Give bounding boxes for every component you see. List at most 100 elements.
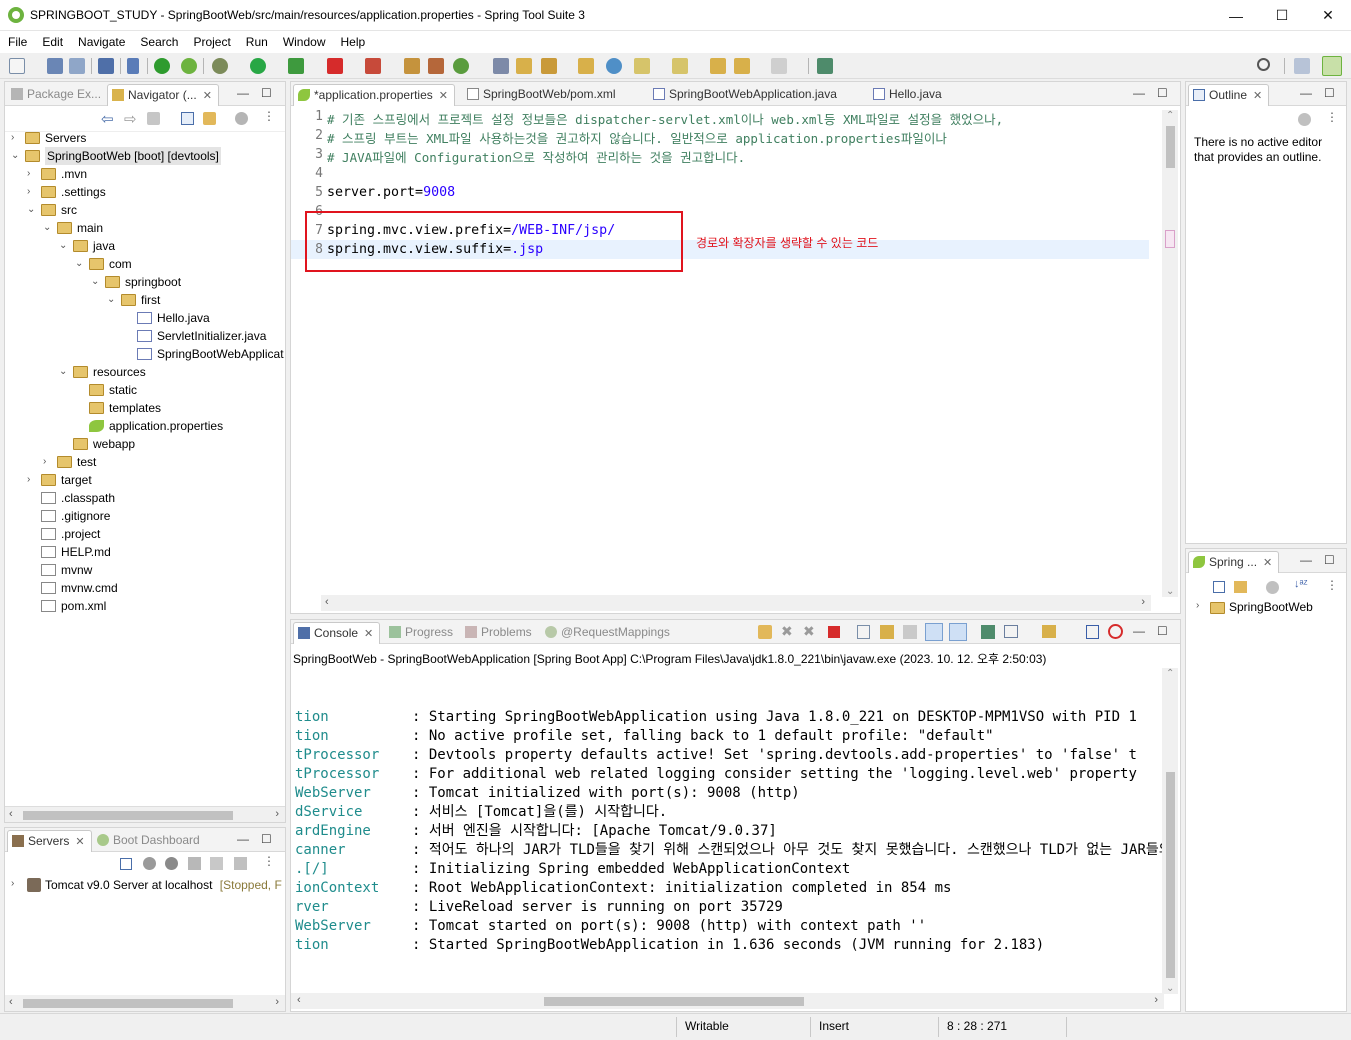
close-icon[interactable]: ✕ xyxy=(1263,557,1272,569)
console-horizontal-scrollbar[interactable]: ‹ › xyxy=(291,993,1164,1009)
skip-breakpoints-icon[interactable] xyxy=(127,58,139,74)
tab-pom-xml[interactable]: SpringBootWeb/pom.xml xyxy=(463,84,622,106)
menu-project[interactable]: Project xyxy=(185,31,237,51)
maximize-icon[interactable]: ☐ xyxy=(261,86,272,100)
stop-icon[interactable] xyxy=(327,58,343,74)
minimize-icon[interactable]: — xyxy=(237,832,249,846)
maximize-button[interactable]: ☐ xyxy=(1259,0,1305,31)
tree-item[interactable]: › Servers xyxy=(5,129,285,147)
server-item[interactable]: Tomcat v9.0 Server at localhost [Stopped… xyxy=(45,878,282,892)
minimize-icon[interactable]: — xyxy=(1133,624,1145,638)
chevron-down-icon[interactable]: ⌄ xyxy=(27,201,37,219)
new-class-icon[interactable] xyxy=(453,58,469,74)
copy-icon[interactable] xyxy=(1086,625,1099,639)
chevron-right-icon[interactable]: › xyxy=(43,453,53,471)
pin-console-icon[interactable] xyxy=(981,625,995,639)
pin-editor-icon[interactable] xyxy=(817,58,833,74)
tab-hello-java[interactable]: Hello.java xyxy=(869,84,948,106)
tree-item[interactable]: webapp xyxy=(5,435,285,453)
debug-icon[interactable] xyxy=(212,58,228,74)
tree-item[interactable]: ⌄ java xyxy=(5,237,285,255)
stop-server-icon[interactable] xyxy=(210,857,223,870)
profile-server-icon[interactable] xyxy=(188,857,201,870)
tree-item[interactable]: pom.xml xyxy=(5,597,285,615)
link-editor-icon[interactable] xyxy=(1234,581,1247,593)
menu-file[interactable]: File xyxy=(0,31,34,51)
terminate-icon[interactable] xyxy=(828,626,840,638)
spring-icon[interactable] xyxy=(181,58,197,74)
editor-horizontal-scrollbar[interactable]: ‹ › xyxy=(321,595,1151,611)
tab-package-explorer[interactable]: Package Ex... xyxy=(7,84,107,106)
external-tools-icon[interactable] xyxy=(365,58,381,74)
word-wrap-icon[interactable] xyxy=(903,625,917,639)
code-editor[interactable]: 1 # 기존 스프링에서 프로젝트 설정 정보들은 dispatcher-serv… xyxy=(291,107,1151,597)
collapse-all-icon[interactable] xyxy=(181,112,194,125)
tree-item[interactable]: HELP.md xyxy=(5,543,285,561)
collapse-all-icon[interactable] xyxy=(1213,581,1225,593)
minimize-icon[interactable]: — xyxy=(237,86,249,100)
tree-item[interactable]: ServletInitializer.java xyxy=(5,327,285,345)
last-edit-icon[interactable] xyxy=(710,58,726,74)
maximize-icon[interactable]: ☐ xyxy=(1157,624,1168,638)
tree-item[interactable]: templates xyxy=(5,399,285,417)
save-all-icon[interactable] xyxy=(69,58,85,74)
start-server-icon[interactable] xyxy=(165,857,178,870)
chevron-right-icon[interactable]: › xyxy=(27,471,37,489)
new-package-icon[interactable] xyxy=(428,58,444,74)
open-task-icon[interactable] xyxy=(578,58,594,74)
tree-item[interactable]: ⌄ com xyxy=(5,255,285,273)
chevron-right-icon[interactable]: › xyxy=(11,129,21,147)
minimize-icon[interactable]: — xyxy=(1133,86,1145,100)
open-type-icon[interactable] xyxy=(493,58,509,74)
maximize-icon[interactable]: ☐ xyxy=(261,832,272,846)
tree-item[interactable]: ⌄ resources xyxy=(5,363,285,381)
view-menu-icon[interactable]: ⋮ xyxy=(1326,110,1338,124)
web-browser-icon[interactable] xyxy=(606,58,622,74)
show-stderr-icon[interactable] xyxy=(949,623,967,641)
view-menu-icon[interactable]: ⋮ xyxy=(263,854,275,868)
menu-edit[interactable]: Edit xyxy=(34,31,70,51)
close-icon[interactable]: ✕ xyxy=(203,90,212,102)
tree-item[interactable]: .gitignore xyxy=(5,507,285,525)
sort-icon[interactable]: ↓ᵃᶻ xyxy=(1294,578,1308,590)
tab-request-mappings[interactable]: @RequestMappings xyxy=(541,622,676,644)
tree-item[interactable]: ⌄ src xyxy=(5,201,285,219)
tree-item[interactable]: mvnw.cmd xyxy=(5,579,285,597)
tab-problems[interactable]: Problems xyxy=(461,622,538,644)
clear-console-icon[interactable] xyxy=(857,625,870,639)
close-button[interactable]: ✕ xyxy=(1305,0,1351,31)
expand-arrow-icon[interactable]: › xyxy=(1196,600,1199,611)
tab-outline[interactable]: Outline ✕ xyxy=(1188,84,1270,106)
expand-arrow-icon[interactable]: › xyxy=(11,878,14,889)
relaunch-icon[interactable] xyxy=(758,625,772,639)
new-spring-project-icon[interactable] xyxy=(404,58,420,74)
close-icon[interactable]: ✕ xyxy=(1253,90,1262,102)
tab-navigator[interactable]: Navigator (... ✕ xyxy=(107,84,219,106)
tree-item[interactable]: application.properties xyxy=(5,417,285,435)
menu-window[interactable]: Window xyxy=(275,31,333,51)
chevron-down-icon[interactable]: ⌄ xyxy=(43,219,53,237)
back-icon[interactable] xyxy=(734,58,750,74)
chevron-down-icon[interactable]: ⌄ xyxy=(11,147,21,165)
filter-icon[interactable] xyxy=(1298,113,1311,126)
remove-launch-icon[interactable]: ✖ xyxy=(781,623,793,640)
save-icon[interactable] xyxy=(47,58,63,74)
boot-start-icon[interactable] xyxy=(154,58,170,74)
search-tool-icon[interactable] xyxy=(541,58,557,74)
close-icon[interactable]: ✕ xyxy=(439,90,448,102)
spring-project-item[interactable]: SpringBootWeb xyxy=(1229,600,1313,614)
tab-console[interactable]: Console ✕ xyxy=(293,622,381,644)
forward-icon[interactable] xyxy=(771,58,787,74)
horizontal-scrollbar[interactable]: ‹ › xyxy=(5,995,285,1011)
chevron-down-icon[interactable]: ⌄ xyxy=(107,291,117,309)
tree-item[interactable]: SpringBootWebApplicat xyxy=(5,345,285,363)
tab-progress[interactable]: Progress xyxy=(385,622,459,644)
tree-item[interactable]: Hello.java xyxy=(5,309,285,327)
menu-help[interactable]: Help xyxy=(333,31,373,51)
filter-icon[interactable] xyxy=(1266,581,1279,594)
chevron-down-icon[interactable]: ⌄ xyxy=(75,255,85,273)
open-perspective-icon[interactable] xyxy=(1294,58,1310,74)
search-icon[interactable] xyxy=(1257,58,1270,71)
console-output[interactable]: tion: Starting SpringBootWebApplication … xyxy=(291,668,1164,994)
tree-item[interactable]: ⌄ main xyxy=(5,219,285,237)
